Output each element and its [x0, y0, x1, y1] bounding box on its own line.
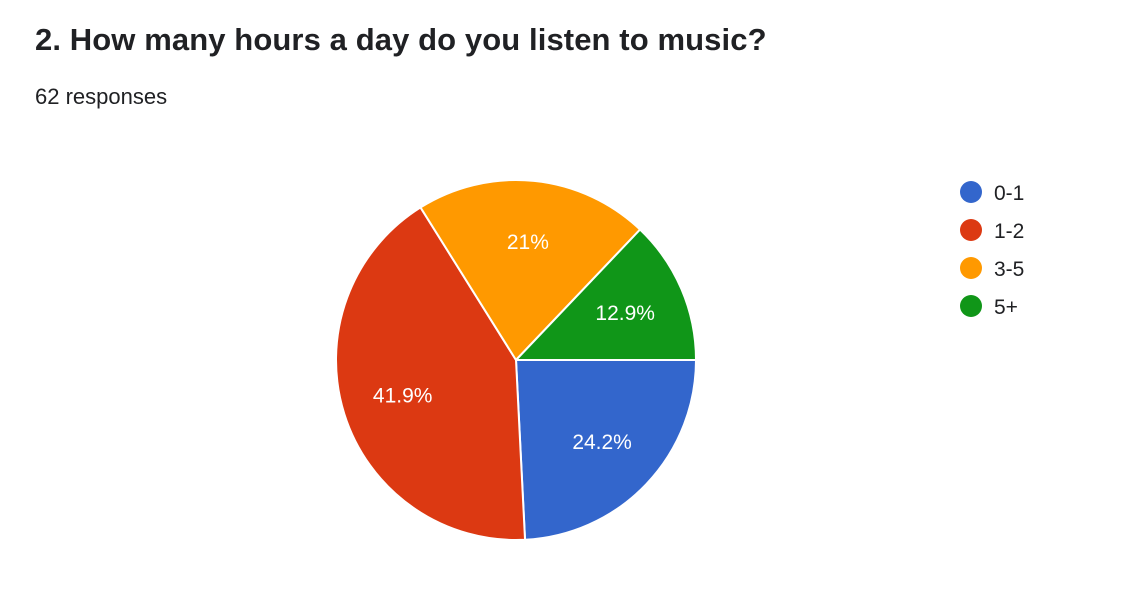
slice-label-5+: 12.9% — [595, 302, 655, 325]
legend-item-3-5[interactable]: 3-5 — [960, 257, 1024, 281]
slice-label-0-1: 24.2% — [572, 431, 632, 454]
legend-item-5+[interactable]: 5+ — [960, 295, 1018, 319]
legend-item-1-2[interactable]: 1-2 — [960, 219, 1024, 243]
legend-label-0-1: 0-1 — [994, 182, 1024, 205]
legend-label-3-5: 3-5 — [994, 258, 1024, 281]
legend-item-0-1[interactable]: 0-1 — [960, 181, 1024, 205]
slice-label-1-2: 41.9% — [373, 385, 433, 408]
legend-label-1-2: 1-2 — [994, 220, 1024, 243]
legend-swatch-0-1 — [960, 181, 982, 203]
legend-swatch-3-5 — [960, 257, 982, 279]
slice-label-3-5: 21% — [507, 231, 549, 254]
legend-label-5+: 5+ — [994, 296, 1018, 319]
legend-swatch-1-2 — [960, 219, 982, 241]
legend-swatch-5+ — [960, 295, 982, 317]
pie-chart: 24.2% 41.9% 21% 12.9% 0-1 1-2 3-5 5+ — [335, 179, 1024, 541]
chart-legend: 0-1 1-2 3-5 5+ — [960, 181, 1024, 319]
